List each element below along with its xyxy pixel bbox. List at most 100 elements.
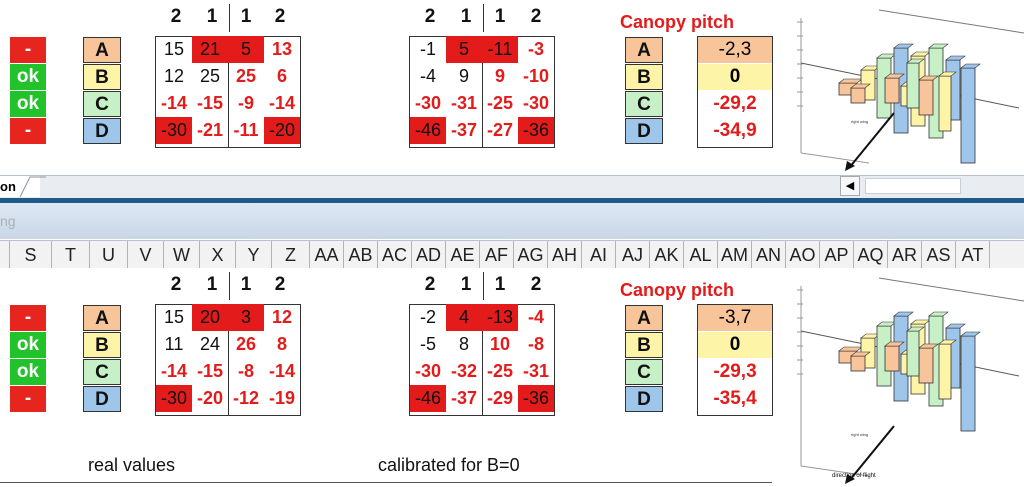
column-header-ar[interactable]: AR [888,241,922,269]
raw-value-cell[interactable]: -30 [156,385,192,412]
calibrated-value-cell[interactable]: 5 [446,36,482,63]
pitch-value-a[interactable]: -2,3 [698,37,772,63]
column-header-aj[interactable]: AJ [616,241,650,269]
raw-value-cell[interactable]: 12 [264,304,300,331]
calibrated-value-cell[interactable]: 4 [446,304,482,331]
raw-value-cell[interactable]: -11 [228,117,264,144]
column-header-z[interactable]: Z [272,241,310,269]
raw-value-cell[interactable]: -14 [156,358,192,385]
column-header-at[interactable]: AT [956,241,990,269]
raw-value-cell[interactable]: 8 [264,331,300,358]
pitch-value-d[interactable]: -35,4 [698,386,772,412]
scroll-left-button[interactable]: ◀ [840,176,860,196]
calibrated-value-cell[interactable]: 9 [446,63,482,90]
calibrated-value-cell[interactable]: -25 [482,90,518,117]
column-header-ak[interactable]: AK [650,241,684,269]
column-header-ao[interactable]: AO [786,241,820,269]
raw-value-cell[interactable]: 5 [228,36,264,63]
column-header-s[interactable]: S [10,241,52,269]
raw-value-cell[interactable]: -20 [264,117,300,144]
raw-value-cell[interactable]: 25 [192,63,228,90]
raw-value-cell[interactable]: -14 [264,358,300,385]
column-header-ab[interactable]: AB [344,241,378,269]
calibrated-value-cell[interactable]: -46 [410,117,446,144]
calibrated-value-cell[interactable]: -31 [446,90,482,117]
column-header-an[interactable]: AN [752,241,786,269]
calibrated-value-cell[interactable]: -27 [482,117,518,144]
calibrated-value-cell[interactable]: -30 [410,90,446,117]
raw-value-cell[interactable]: -19 [264,385,300,412]
calibrated-value-cell[interactable]: -37 [446,117,482,144]
raw-value-cell[interactable]: 20 [192,304,228,331]
calibrated-value-cell[interactable]: -10 [518,63,554,90]
raw-value-cell[interactable]: 21 [192,36,228,63]
raw-value-cell[interactable]: 15 [156,36,192,63]
raw-value-cell[interactable]: -14 [156,90,192,117]
calibrated-value-cell[interactable]: -1 [410,36,446,63]
pitch-value-a[interactable]: -3,7 [698,305,772,331]
raw-value-cell[interactable]: -12 [228,385,264,412]
calibrated-value-cell[interactable]: -46 [410,385,446,412]
calibrated-value-cell[interactable]: -3 [518,36,554,63]
calibrated-value-cell[interactable]: 9 [482,63,518,90]
raw-value-cell[interactable]: 26 [228,331,264,358]
column-header-aq[interactable]: AQ [854,241,888,269]
column-header-partial[interactable] [0,241,10,269]
pitch-value-c[interactable]: -29,3 [698,359,772,385]
calibrated-value-cell[interactable]: -37 [446,385,482,412]
pitch-value-c[interactable]: -29,2 [698,91,772,117]
calibrated-value-cell[interactable]: -30 [518,90,554,117]
calibrated-value-cell[interactable]: -4 [518,304,554,331]
column-header-am[interactable]: AM [718,241,752,269]
calibrated-value-cell[interactable]: -32 [446,358,482,385]
raw-value-cell[interactable]: 13 [264,36,300,63]
calibrated-value-cell[interactable]: -8 [518,331,554,358]
column-header-ai[interactable]: AI [582,241,616,269]
raw-value-cell[interactable]: 25 [228,63,264,90]
horizontal-scroll-thumb[interactable] [865,178,961,194]
pitch-value-b[interactable]: 0 [698,64,772,90]
calibrated-value-cell[interactable]: -5 [410,331,446,358]
calibrated-value-cell[interactable]: -29 [482,385,518,412]
raw-value-cell[interactable]: 3 [228,304,264,331]
raw-value-cell[interactable]: 15 [156,304,192,331]
column-header-ag[interactable]: AG [514,241,548,269]
raw-value-cell[interactable]: 12 [156,63,192,90]
calibrated-value-cell[interactable]: -36 [518,385,554,412]
column-header-u[interactable]: U [90,241,128,269]
column-header-v[interactable]: V [128,241,164,269]
raw-value-cell[interactable]: -21 [192,117,228,144]
column-header-af[interactable]: AF [480,241,514,269]
column-header-x[interactable]: X [200,241,236,269]
raw-value-cell[interactable]: -20 [192,385,228,412]
calibrated-value-cell[interactable]: -4 [410,63,446,90]
raw-value-cell[interactable]: -30 [156,117,192,144]
column-header-aa[interactable]: AA [310,241,344,269]
pitch-value-b[interactable]: 0 [698,332,772,358]
column-header-t[interactable]: T [52,241,90,269]
raw-value-cell[interactable]: -9 [228,90,264,117]
raw-value-cell[interactable]: 6 [264,63,300,90]
column-header-ad[interactable]: AD [412,241,446,269]
column-header-ap[interactable]: AP [820,241,854,269]
column-header-w[interactable]: W [164,241,200,269]
raw-value-cell[interactable]: 24 [192,331,228,358]
column-header-y[interactable]: Y [236,241,272,269]
calibrated-value-cell[interactable]: -36 [518,117,554,144]
calibrated-value-cell[interactable]: 10 [482,331,518,358]
raw-value-cell[interactable]: -8 [228,358,264,385]
calibrated-value-cell[interactable]: -2 [410,304,446,331]
calibrated-value-cell[interactable]: -13 [482,304,518,331]
calibrated-value-cell[interactable]: -25 [482,358,518,385]
raw-value-cell[interactable]: -14 [264,90,300,117]
column-header-ae[interactable]: AE [446,241,480,269]
column-header-as[interactable]: AS [922,241,956,269]
calibrated-value-cell[interactable]: -30 [410,358,446,385]
pitch-value-d[interactable]: -34,9 [698,118,772,144]
column-header-al[interactable]: AL [684,241,718,269]
column-header-ah[interactable]: AH [548,241,582,269]
column-header-ac[interactable]: AC [378,241,412,269]
calibrated-value-cell[interactable]: -11 [482,36,518,63]
raw-value-cell[interactable]: -15 [192,358,228,385]
calibrated-value-cell[interactable]: 8 [446,331,482,358]
